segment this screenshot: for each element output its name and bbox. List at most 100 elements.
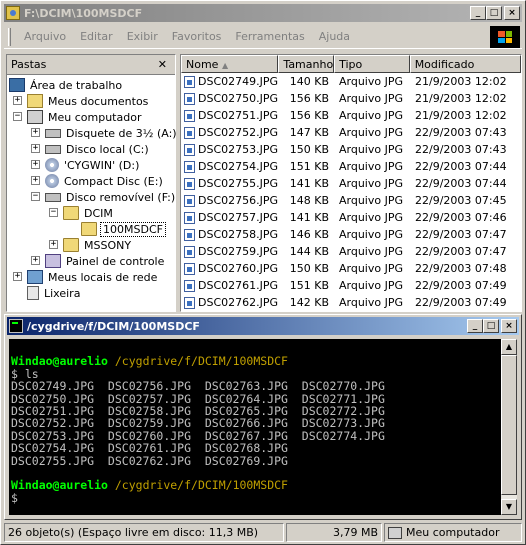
file-modified: 21/9/2003 12:02 — [415, 109, 507, 122]
menu-grip[interactable] — [8, 27, 11, 46]
file-name: DSC02758.JPG — [198, 228, 279, 241]
tree-item-my-computer[interactable]: Meu computador — [27, 109, 143, 125]
status-size: 3,79 MB — [286, 523, 382, 542]
tree-label: Meu computador — [48, 110, 142, 124]
file-size: 151 KB — [289, 279, 329, 292]
tree-item-mssony[interactable]: MSSONY — [63, 237, 133, 253]
expand-icon[interactable]: + — [31, 176, 40, 185]
column-size[interactable]: Tamanho — [278, 55, 335, 73]
terminal-screen[interactable]: Windao@aurelio /cygdrive/f/DCIM/100MSDCF… — [9, 339, 503, 515]
tree-item-recycle-bin[interactable]: Lixeira — [27, 285, 82, 301]
file-type: Arquivo JPG — [339, 177, 404, 190]
file-row[interactable]: DSC02753.JPG 150 KB Arquivo JPG 22/9/2003 0… — [181, 141, 521, 158]
expand-icon[interactable]: + — [31, 128, 40, 137]
jpg-file-icon — [184, 245, 195, 258]
file-modified: 22/9/2003 07:43 — [415, 126, 507, 139]
file-name: DSC02754.JPG — [198, 160, 279, 173]
expand-icon[interactable]: + — [31, 160, 40, 169]
title-bar[interactable]: F:\DCIM\100MSDCF _ □ × — [4, 4, 522, 22]
file-row[interactable]: DSC02752.JPG 147 KB Arquivo JPG 22/9/2003 0… — [181, 124, 521, 141]
terminal-scrollbar[interactable]: ▲ ▼ — [501, 339, 517, 515]
file-name-cell: DSC02752.JPG — [181, 126, 279, 139]
file-row[interactable]: DSC02759.JPG 144 KB Arquivo JPG 22/9/2003 0… — [181, 243, 521, 260]
file-row[interactable]: DSC02762.JPG 142 KB Arquivo JPG 22/9/2003 0… — [181, 294, 521, 311]
collapse-icon[interactable]: − — [31, 192, 40, 201]
file-size: 140 KB — [289, 75, 329, 88]
menu-exibir[interactable]: Exibir — [120, 30, 165, 43]
tree-item-compact-disc[interactable]: Compact Disc (E:) — [45, 173, 165, 189]
file-name: DSC02762.JPG — [198, 296, 279, 309]
terminal-window: /cygdrive/f/DCIM/100MSDCF _ □ × Windao@a… — [4, 314, 522, 520]
file-size: 146 KB — [289, 228, 329, 241]
tree-item-cygwin-drive[interactable]: 'CYGWIN' (D:) — [45, 157, 141, 173]
column-modified[interactable]: Modificado — [409, 55, 521, 73]
menu-favoritos[interactable]: Favoritos — [165, 30, 229, 43]
scroll-down-icon[interactable]: ▼ — [501, 499, 517, 515]
cursor-line: $ — [11, 490, 18, 505]
tree-item-network-places[interactable]: Meus locais de rede — [27, 269, 159, 285]
tree-label: Meus locais de rede — [48, 270, 158, 284]
menu-arquivo[interactable]: Arquivo — [17, 30, 73, 43]
file-row[interactable]: DSC02756.JPG 148 KB Arquivo JPG 22/9/2003 0… — [181, 192, 521, 209]
tree-item-removable-disk[interactable]: Disco removível (F:) — [45, 189, 177, 205]
file-name: DSC02761.JPG — [198, 279, 279, 292]
jpg-file-icon — [184, 296, 195, 309]
collapse-icon[interactable]: − — [49, 208, 58, 217]
file-row[interactable]: DSC02751.JPG 156 KB Arquivo JPG 21/9/2003 1… — [181, 107, 521, 124]
file-row[interactable]: DSC02760.JPG 150 KB Arquivo JPG 22/9/2003 0… — [181, 260, 521, 277]
expand-icon[interactable]: + — [31, 144, 40, 153]
file-name-cell: DSC02750.JPG — [181, 92, 279, 105]
file-row[interactable]: DSC02757.JPG 141 KB Arquivo JPG 22/9/2003 0… — [181, 209, 521, 226]
file-row[interactable]: DSC02749.JPG 140 KB Arquivo JPG 21/9/2003 1… — [181, 73, 521, 90]
close-button[interactable]: × — [504, 6, 520, 20]
maximize-button[interactable]: □ — [486, 6, 502, 20]
ls-line: DSC02749.JPG DSC02756.JPG DSC02763.JPG D… — [11, 379, 385, 394]
tree-label: Compact Disc (E:) — [64, 174, 163, 188]
tree-item-floppy[interactable]: Disquete de 3½ (A:) — [45, 125, 179, 141]
terminal-maximize-button[interactable]: □ — [483, 319, 499, 333]
column-type[interactable]: Tipo — [334, 55, 410, 73]
file-row[interactable]: DSC02750.JPG 156 KB Arquivo JPG 21/9/2003 1… — [181, 90, 521, 107]
terminal-minimize-button[interactable]: _ — [467, 319, 483, 333]
file-name-cell: DSC02751.JPG — [181, 109, 279, 122]
folders-close-icon[interactable]: ✕ — [158, 58, 167, 71]
status-objects: 26 objeto(s) (Espaço livre em disco: 11,… — [4, 523, 284, 542]
file-row[interactable]: DSC02761.JPG 151 KB Arquivo JPG 22/9/2003 0… — [181, 277, 521, 294]
scroll-thumb[interactable] — [501, 355, 517, 495]
column-name[interactable]: Nome ▲ — [181, 55, 279, 73]
file-name: DSC02755.JPG — [198, 177, 279, 190]
file-name: DSC02760.JPG — [198, 262, 279, 275]
file-row[interactable]: DSC02755.JPG 141 KB Arquivo JPG 22/9/2003 0… — [181, 175, 521, 192]
jpg-file-icon — [184, 177, 195, 190]
folder-window-icon — [6, 6, 20, 20]
file-type: Arquivo JPG — [339, 75, 404, 88]
menu-ajuda[interactable]: Ajuda — [312, 30, 357, 43]
expand-icon[interactable]: + — [31, 256, 40, 265]
terminal-title-bar[interactable]: /cygdrive/f/DCIM/100MSDCF _ □ × — [7, 317, 519, 335]
expand-icon[interactable]: + — [49, 240, 58, 249]
tree-item-100msdcf[interactable]: 100MSDCF — [81, 221, 166, 237]
tree-label: 'CYGWIN' (D:) — [64, 158, 140, 172]
expand-icon[interactable]: + — [13, 272, 22, 281]
file-row[interactable]: DSC02758.JPG 146 KB Arquivo JPG 22/9/2003 0… — [181, 226, 521, 243]
menu-editar[interactable]: Editar — [73, 30, 120, 43]
tree-item-local-disk[interactable]: Disco local (C:) — [45, 141, 151, 157]
minimize-button[interactable]: _ — [470, 6, 486, 20]
file-modified: 22/9/2003 07:47 — [415, 245, 507, 258]
file-modified: 22/9/2003 07:43 — [415, 143, 507, 156]
tree-item-control-panel[interactable]: Painel de controle — [45, 253, 166, 269]
column-label: Nome — [186, 58, 219, 71]
menu-ferramentas[interactable]: Ferramentas — [228, 30, 311, 43]
file-size: 142 KB — [289, 296, 329, 309]
expand-icon[interactable]: + — [13, 96, 22, 105]
tree-item-my-documents[interactable]: Meus documentos — [27, 93, 150, 109]
file-row[interactable]: DSC02754.JPG 151 KB Arquivo JPG 22/9/2003 0… — [181, 158, 521, 175]
scroll-up-icon[interactable]: ▲ — [501, 339, 517, 355]
sort-ascending-icon: ▲ — [221, 61, 229, 70]
tree-item-dcim[interactable]: DCIM — [63, 205, 115, 221]
folder-icon — [63, 238, 79, 252]
tree-item-desktop[interactable]: Área de trabalho — [9, 77, 124, 93]
file-modified: 22/9/2003 07:44 — [415, 160, 507, 173]
collapse-icon[interactable]: − — [13, 112, 22, 121]
terminal-close-button[interactable]: × — [501, 319, 517, 333]
